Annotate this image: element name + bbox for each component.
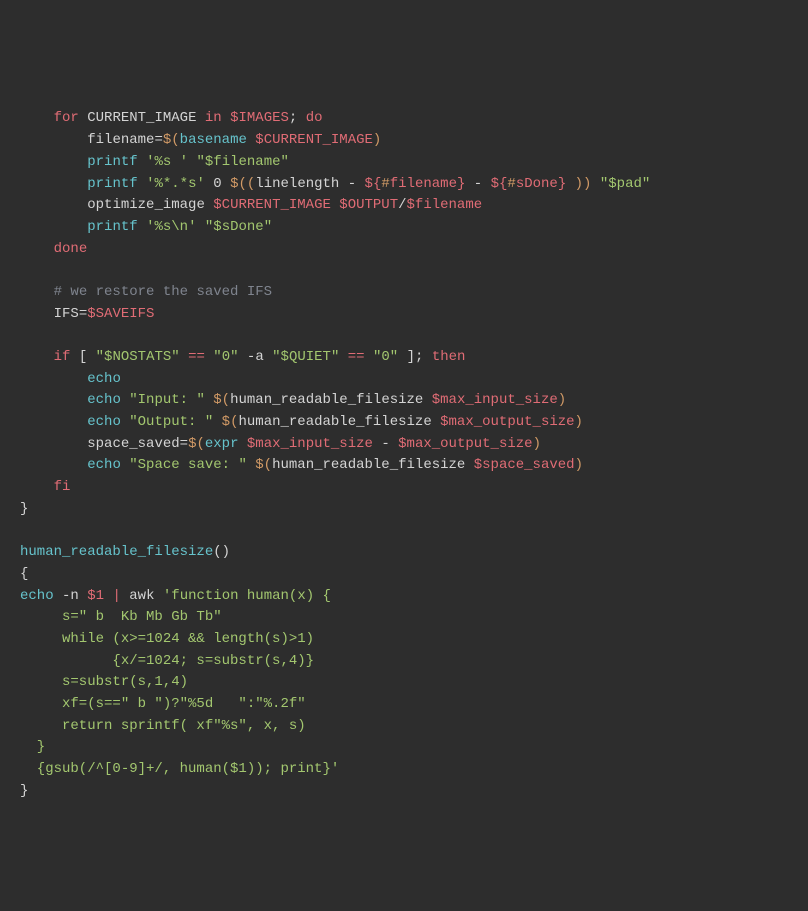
code-line: IFS=$SAVEIFS: [20, 306, 154, 322]
code-line: }: [20, 783, 28, 799]
code-line: optimize_image $CURRENT_IMAGE $OUTPUT/$f…: [20, 197, 482, 213]
code-line: human_readable_filesize(): [20, 544, 230, 560]
code-line: return sprintf( xf"%s", x, s): [20, 718, 306, 734]
code-line: echo "Space save: " $(human_readable_fil…: [20, 457, 583, 473]
code-line: printf '%s ' "$filename": [20, 154, 289, 170]
code-line: echo "Input: " $(human_readable_filesize…: [20, 392, 566, 408]
code-line: fi: [20, 479, 70, 495]
code-line: }: [20, 739, 45, 755]
code-line: printf '%s\n' "$sDone": [20, 219, 272, 235]
code-line: xf=(s==" b ")?"%5d ":"%.2f": [20, 696, 306, 712]
code-line: for CURRENT_IMAGE in $IMAGES; do: [20, 110, 323, 126]
code-line: space_saved=$(expr $max_input_size - $ma…: [20, 436, 541, 452]
code-line: }: [20, 501, 28, 517]
code-line: done: [20, 241, 87, 257]
code-line: {: [20, 566, 28, 582]
code-line: if [ "$NOSTATS" == "0" -a "$QUIET" == "0…: [20, 349, 465, 365]
code-line: filename=$(basename $CURRENT_IMAGE): [20, 132, 381, 148]
code-line: echo "Output: " $(human_readable_filesiz…: [20, 414, 583, 430]
code-line: echo -n $1 | awk 'function human(x) {: [20, 588, 331, 604]
code-line: s=" b Kb Mb Gb Tb": [20, 609, 222, 625]
code-line: [20, 327, 45, 343]
code-line: s=substr(s,1,4): [20, 674, 188, 690]
code-line: {x/=1024; s=substr(s,4)}: [20, 653, 314, 669]
code-line: echo: [20, 371, 121, 387]
code-line: # we restore the saved IFS: [20, 284, 272, 300]
code-line: {gsub(/^[0-9]+/, human($1)); print}': [20, 761, 339, 777]
code-editor: for CURRENT_IMAGE in $IMAGES; do filenam…: [0, 87, 808, 803]
code-line: [20, 262, 45, 278]
code-line: printf '%*.*s' 0 $((linelength - ${#file…: [20, 176, 650, 192]
code-line: while (x>=1024 && length(s)>1): [20, 631, 314, 647]
